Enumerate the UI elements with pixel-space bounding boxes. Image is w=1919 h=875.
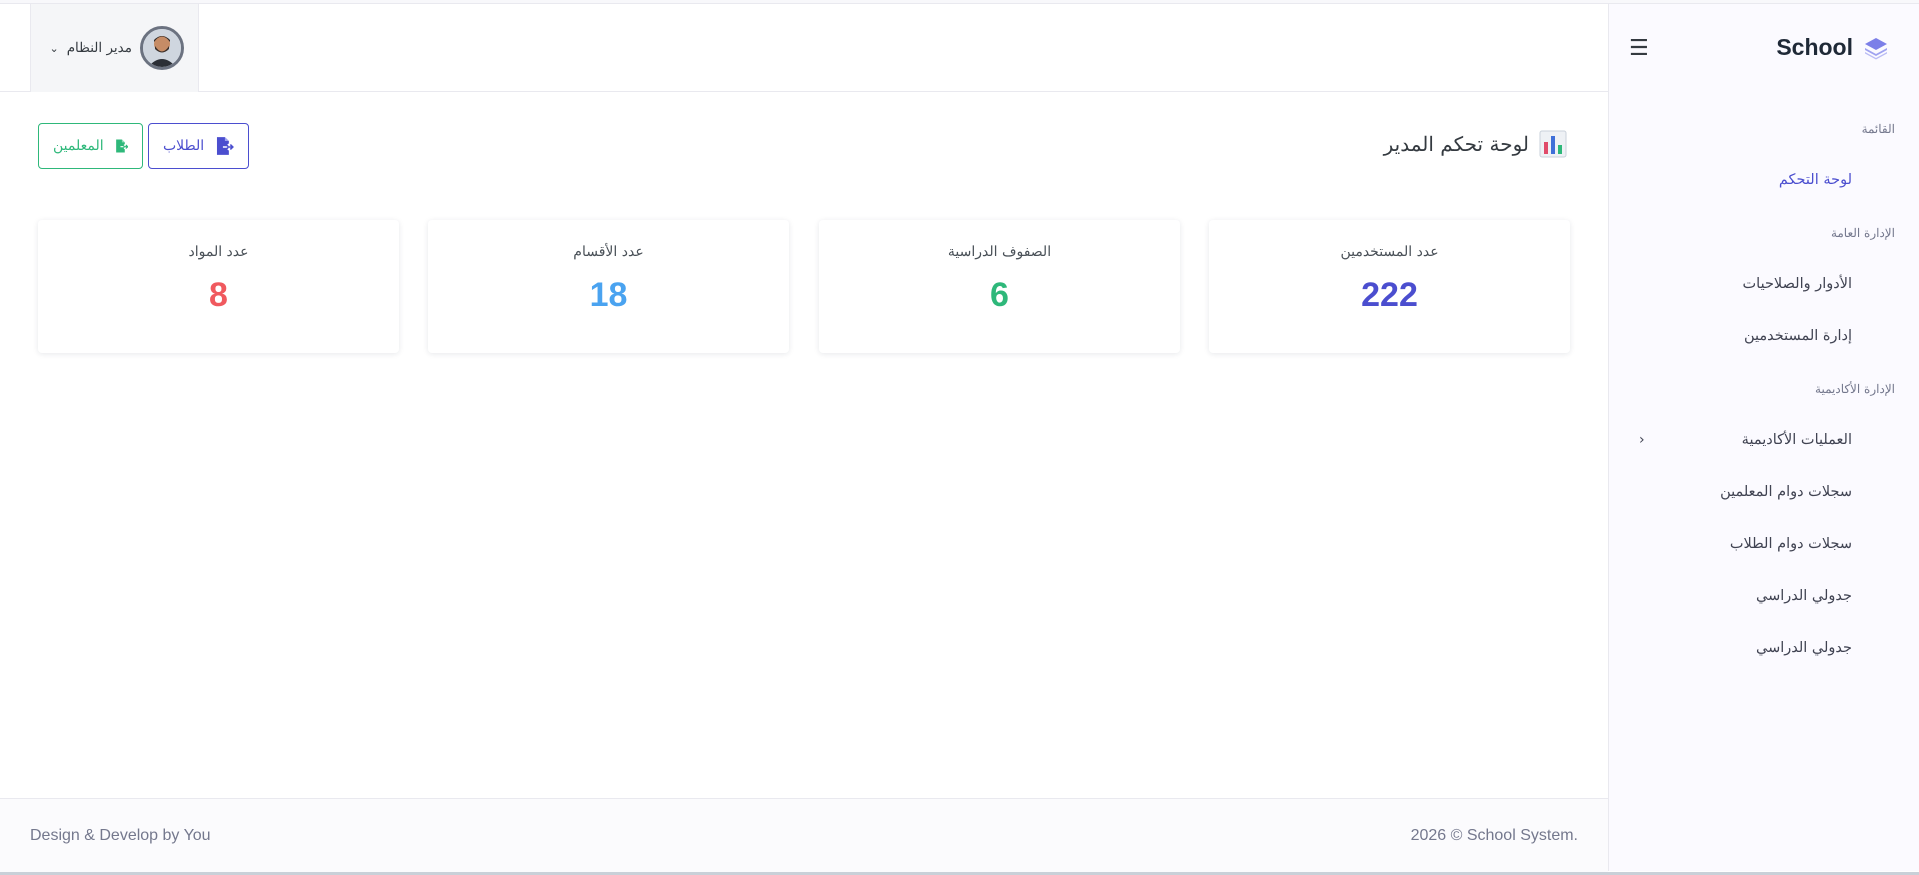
stat-value: 18 [589, 276, 628, 314]
brand[interactable]: School [1776, 34, 1889, 61]
stat-card-users: عدد المستخدمين 222 [1209, 220, 1570, 353]
user-menu[interactable]: ⌄ مدير النظام [30, 4, 199, 92]
stat-label: الصفوف الدراسية [947, 244, 1052, 260]
stat-value: 222 [1361, 276, 1418, 314]
file-export-icon [217, 137, 234, 155]
sidebar-item-student-attendance[interactable]: سجلات دوام الطلاب [1730, 536, 1852, 552]
hamburger-icon[interactable]: ☰ [1629, 38, 1649, 60]
layers-logo-icon [1865, 37, 1887, 59]
stat-label: عدد المستخدمين [1340, 244, 1439, 260]
stat-label: عدد الأقسام [573, 244, 644, 260]
page-title-text: لوحة تحكم المدير [1383, 132, 1529, 156]
sidebar-item-my-schedule-2[interactable]: جدولي الدراسي [1756, 640, 1852, 656]
brand-name: School [1776, 34, 1853, 60]
avatar[interactable] [140, 26, 184, 70]
teachers-export-button[interactable]: المعلمين [38, 123, 143, 169]
stat-card-sections: عدد الأقسام 18 [428, 220, 789, 353]
teachers-button-label: المعلمين [53, 138, 104, 154]
stat-card-subjects: عدد المواد 8 [38, 220, 399, 353]
footer-copyright: 2026 © School System. [1410, 827, 1578, 844]
file-export-icon [115, 139, 128, 153]
sidebar-item-teacher-attendance[interactable]: سجلات دوام المعلمين [1720, 484, 1852, 500]
sidebar-item-my-schedule[interactable]: جدولي الدراسي [1756, 588, 1852, 604]
top-header: ⌄ مدير النظام [0, 4, 1608, 92]
stat-value: 6 [990, 276, 1009, 314]
sidebar-item-users[interactable]: إدارة المستخدمين [1744, 328, 1852, 344]
page-title: لوحة تحكم المدير [1384, 130, 1567, 158]
bar-chart-icon [1539, 130, 1567, 158]
chevron-left-icon[interactable]: ‹ [1639, 432, 1645, 448]
user-name: مدير النظام [66, 40, 132, 56]
sidebar-item-roles[interactable]: الأدوار والصلاحيات [1743, 276, 1852, 292]
footer: Design & Develop by You 2026 © School Sy… [0, 798, 1608, 873]
sidebar: School ☰ القائمة لوحة التحكم الإدارة الع… [1608, 4, 1919, 871]
user-avatar-icon [143, 29, 181, 67]
sidebar-item-academic-operations[interactable]: العمليات الأكاديمية [1742, 432, 1852, 448]
stat-label: عدد المواد [188, 244, 249, 260]
section-title-general-admin: الإدارة العامة [1830, 226, 1895, 240]
chevron-down-icon: ⌄ [49, 41, 59, 55]
section-title-menu: القائمة [1861, 122, 1895, 136]
students-export-button[interactable]: الطلاب [148, 123, 249, 169]
footer-credit: Design & Develop by You [30, 827, 211, 844]
section-title-academic-admin: الإدارة الأكاديمية [1815, 382, 1895, 396]
stat-value: 8 [209, 276, 228, 314]
stat-card-classes: الصفوف الدراسية 6 [819, 220, 1180, 353]
students-button-label: الطلاب [163, 138, 205, 154]
sidebar-item-dashboard[interactable]: لوحة التحكم [1779, 172, 1852, 188]
